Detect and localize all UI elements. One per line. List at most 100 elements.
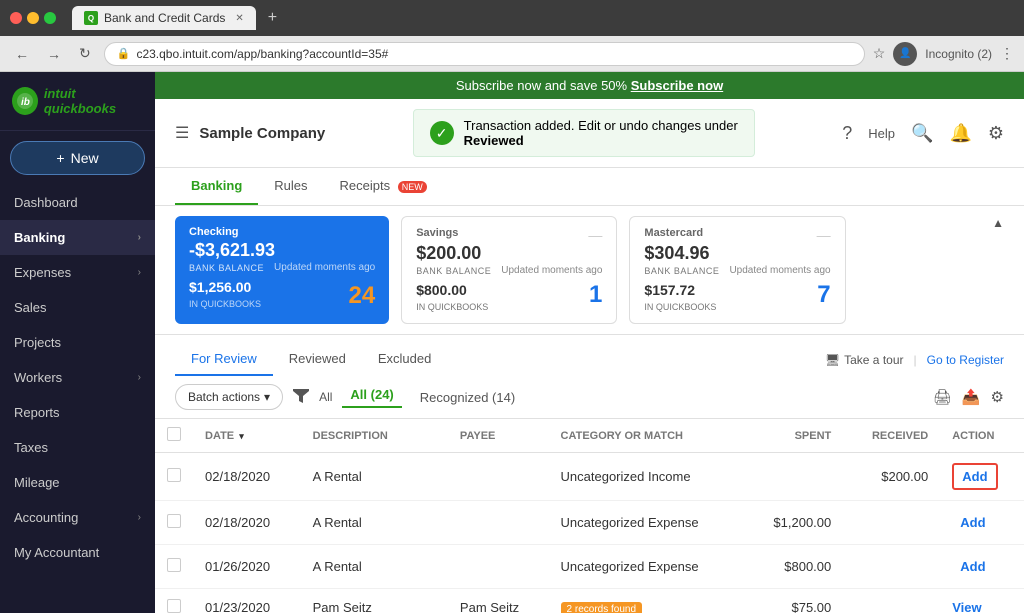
sidebar-item-projects[interactable]: Projects — [0, 325, 155, 360]
row-checkbox-cell — [155, 545, 193, 589]
sidebar: ib intuit quickbooks + + New New Dashboa… — [0, 72, 155, 613]
tab-close-btn[interactable]: ✕ — [235, 13, 243, 24]
url-bar[interactable]: 🔒 c23.qbo.intuit.com/app/banking?account… — [104, 42, 865, 66]
sidebar-item-accounting[interactable]: Accounting › — [0, 500, 155, 535]
category-cell: Uncategorized Expense — [549, 501, 745, 545]
divider: | — [914, 353, 917, 367]
batch-actions-btn[interactable]: Batch actions ▾ — [175, 384, 283, 410]
table-header-row: DATE ▾ DESCRIPTION PAYEE CATEGORY OR MAT… — [155, 419, 1024, 453]
category-cell: 2 records found — [549, 589, 745, 613]
trans-tab-excluded[interactable]: Excluded — [362, 343, 447, 376]
sidebar-nav: Dashboard Banking › Expenses › Sales Pro… — [0, 185, 155, 613]
reload-btn[interactable]: ↻ — [74, 43, 96, 64]
banner-text: Subscribe now and save 50% — [456, 78, 627, 93]
account-card-mastercard[interactable]: Mastercard — $304.96 BANK BALANCE Update… — [629, 216, 845, 324]
chevron-right-icon: › — [138, 267, 141, 278]
row-checkbox[interactable] — [167, 514, 181, 528]
select-all-checkbox[interactable] — [167, 427, 181, 441]
settings-icon-btn[interactable]: ⚙ — [988, 123, 1004, 144]
print-btn[interactable]: 🖨 — [933, 388, 952, 406]
sidebar-item-taxes[interactable]: Taxes — [0, 430, 155, 465]
take-tour-btn[interactable]: 🖥 Take a tour — [825, 353, 904, 367]
spent-cell: $75.00 — [744, 589, 843, 613]
sidebar-item-workers[interactable]: Workers › — [0, 360, 155, 395]
profile-btn[interactable]: Incognito (2) 👤 — [893, 42, 917, 66]
new-button[interactable]: + + New New — [10, 141, 145, 175]
column-settings-btn[interactable]: ⚙ — [991, 388, 1004, 406]
notifications-icon-btn[interactable]: 🔔 — [949, 123, 971, 144]
close-window-btn[interactable] — [10, 12, 22, 24]
sidebar-item-my-accountant[interactable]: My Accountant — [0, 535, 155, 570]
trans-tab-for-review[interactable]: For Review — [175, 343, 273, 376]
sidebar-item-reports[interactable]: Reports — [0, 395, 155, 430]
main-content: Subscribe now and save 50% Subscribe now… — [155, 72, 1024, 613]
payee-header[interactable]: PAYEE — [448, 419, 549, 453]
date-cell: 02/18/2020 — [193, 501, 301, 545]
go-to-register-link[interactable]: Go to Register — [927, 353, 1004, 367]
browser-tab[interactable]: Q Bank and Credit Cards ✕ — [72, 6, 256, 30]
select-all-header — [155, 419, 193, 453]
recognized-btn[interactable]: Recognized (14) — [412, 390, 523, 405]
subscribe-link[interactable]: Subscribe now — [631, 78, 723, 93]
transaction-tabs: For Review Reviewed Excluded — [175, 343, 447, 376]
qb-label: IN QUICKBOOKS — [416, 302, 488, 312]
filter-bar: Batch actions ▾ All All (24) Recognized … — [155, 376, 1024, 419]
dropdown-arrow-icon: ▾ — [264, 390, 270, 404]
search-icon-btn[interactable]: 🔍 — [911, 123, 933, 144]
trans-tab-reviewed[interactable]: Reviewed — [273, 343, 362, 376]
new-tab-btn[interactable]: + — [268, 9, 277, 27]
view-button[interactable]: View — [952, 600, 981, 613]
tab-rules[interactable]: Rules — [258, 168, 323, 205]
sidebar-item-dashboard[interactable]: Dashboard — [0, 185, 155, 220]
forward-btn[interactable]: → — [42, 44, 66, 64]
receipts-badge: NEW — [398, 181, 427, 193]
records-found-badge: 2 records found — [561, 602, 643, 613]
help-icon-btn[interactable]: ? — [842, 123, 852, 144]
qb-balance: $800.00 — [416, 282, 602, 298]
all-count-btn[interactable]: All (24) — [342, 387, 401, 408]
sidebar-item-mileage[interactable]: Mileage — [0, 465, 155, 500]
row-checkbox[interactable] — [167, 468, 181, 482]
add-button[interactable]: Add — [952, 511, 993, 534]
received-cell: $200.00 — [843, 453, 940, 501]
description-header[interactable]: DESCRIPTION — [301, 419, 448, 453]
action-cell: Add — [940, 545, 1024, 589]
sidebar-item-label: Workers — [14, 370, 62, 385]
filter-btn[interactable] — [293, 389, 309, 406]
received-header[interactable]: RECEIVED — [843, 419, 940, 453]
tab-banking[interactable]: Banking — [175, 168, 258, 205]
row-checkbox-cell — [155, 589, 193, 613]
row-checkbox[interactable] — [167, 599, 181, 613]
minimize-window-btn[interactable] — [27, 12, 39, 24]
account-card-checking[interactable]: Checking -$3,621.93 BANK BALANCE Updated… — [175, 216, 389, 324]
sidebar-item-expenses[interactable]: Expenses › — [0, 255, 155, 290]
date-header[interactable]: DATE ▾ — [193, 419, 301, 453]
row-checkbox[interactable] — [167, 558, 181, 572]
back-btn[interactable]: ← — [10, 44, 34, 64]
browser-menu-btn[interactable]: ⋮ — [1000, 45, 1014, 62]
sidebar-item-label: Banking — [14, 230, 65, 245]
add-button[interactable]: Add — [952, 463, 997, 490]
collapse-accounts-btn[interactable]: ▲ — [992, 216, 1004, 230]
url-text: c23.qbo.intuit.com/app/banking?accountId… — [136, 47, 388, 61]
qb-label: IN QUICKBOOKS — [644, 302, 716, 312]
bookmark-btn[interactable]: ☆ — [873, 45, 886, 62]
window-controls — [10, 12, 56, 24]
add-button[interactable]: Add — [952, 555, 993, 578]
account-card-savings[interactable]: Savings — $200.00 BANK BALANCE Updated m… — [401, 216, 617, 324]
export-btn[interactable]: 📤 — [962, 388, 981, 406]
maximize-window-btn[interactable] — [44, 12, 56, 24]
description-cell: Pam Seitz — [301, 589, 448, 613]
help-btn[interactable]: Help — [868, 126, 895, 141]
tab-label: Banking — [191, 178, 242, 193]
tab-receipts[interactable]: Receipts NEW — [324, 168, 443, 205]
spent-header[interactable]: SPENT — [744, 419, 843, 453]
sidebar-item-banking[interactable]: Banking › — [0, 220, 155, 255]
spent-cell — [744, 453, 843, 501]
lock-icon: 🔒 — [117, 47, 131, 60]
sidebar-item-sales[interactable]: Sales — [0, 290, 155, 325]
category-header[interactable]: CATEGORY OR MATCH — [549, 419, 745, 453]
chevron-right-icon: › — [138, 512, 141, 523]
qb-label: IN QUICKBOOKS — [189, 299, 261, 309]
hamburger-menu-btn[interactable]: ☰ — [175, 123, 189, 143]
